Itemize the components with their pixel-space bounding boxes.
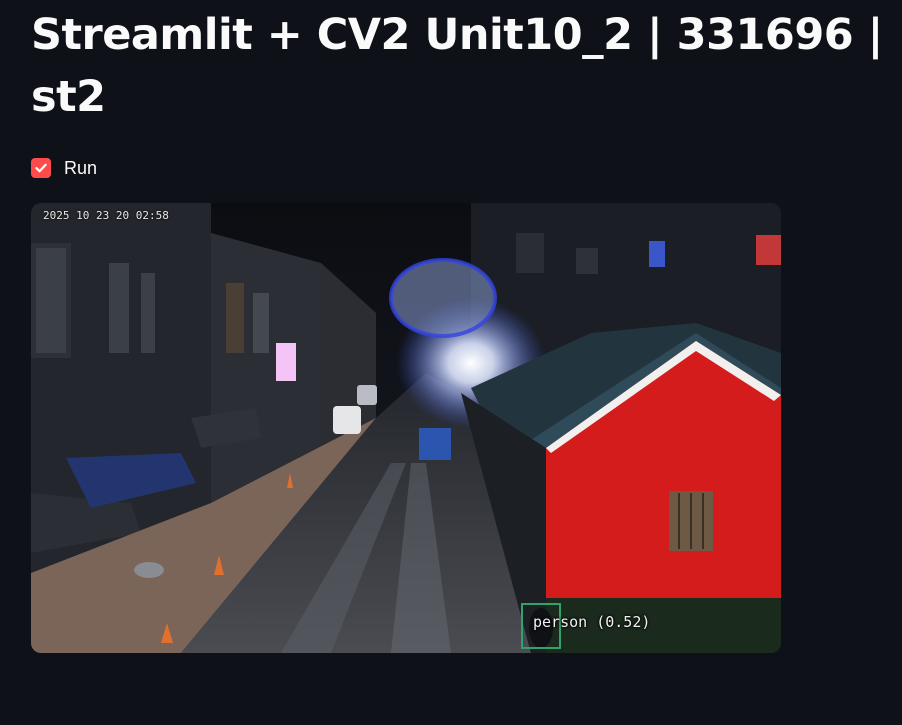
video-timestamp: 2025 10 23 20 02:58 [43,209,169,222]
detection-label: person (0.52) [533,613,651,631]
run-checkbox-label: Run [64,157,98,178]
run-checkbox[interactable]: Run [31,155,97,181]
street-scene-image [31,203,781,653]
checkbox-checked-icon[interactable] [31,158,51,178]
page-title: Streamlit + CV2 Unit10_2 | 331696 | st2 [31,10,883,122]
camera-video-frame: 2025 10 23 20 02:58 person (0.52) [31,203,781,653]
streamlit-app: Streamlit + CV2 Unit10_2 | 331696 | st2 … [0,0,902,725]
